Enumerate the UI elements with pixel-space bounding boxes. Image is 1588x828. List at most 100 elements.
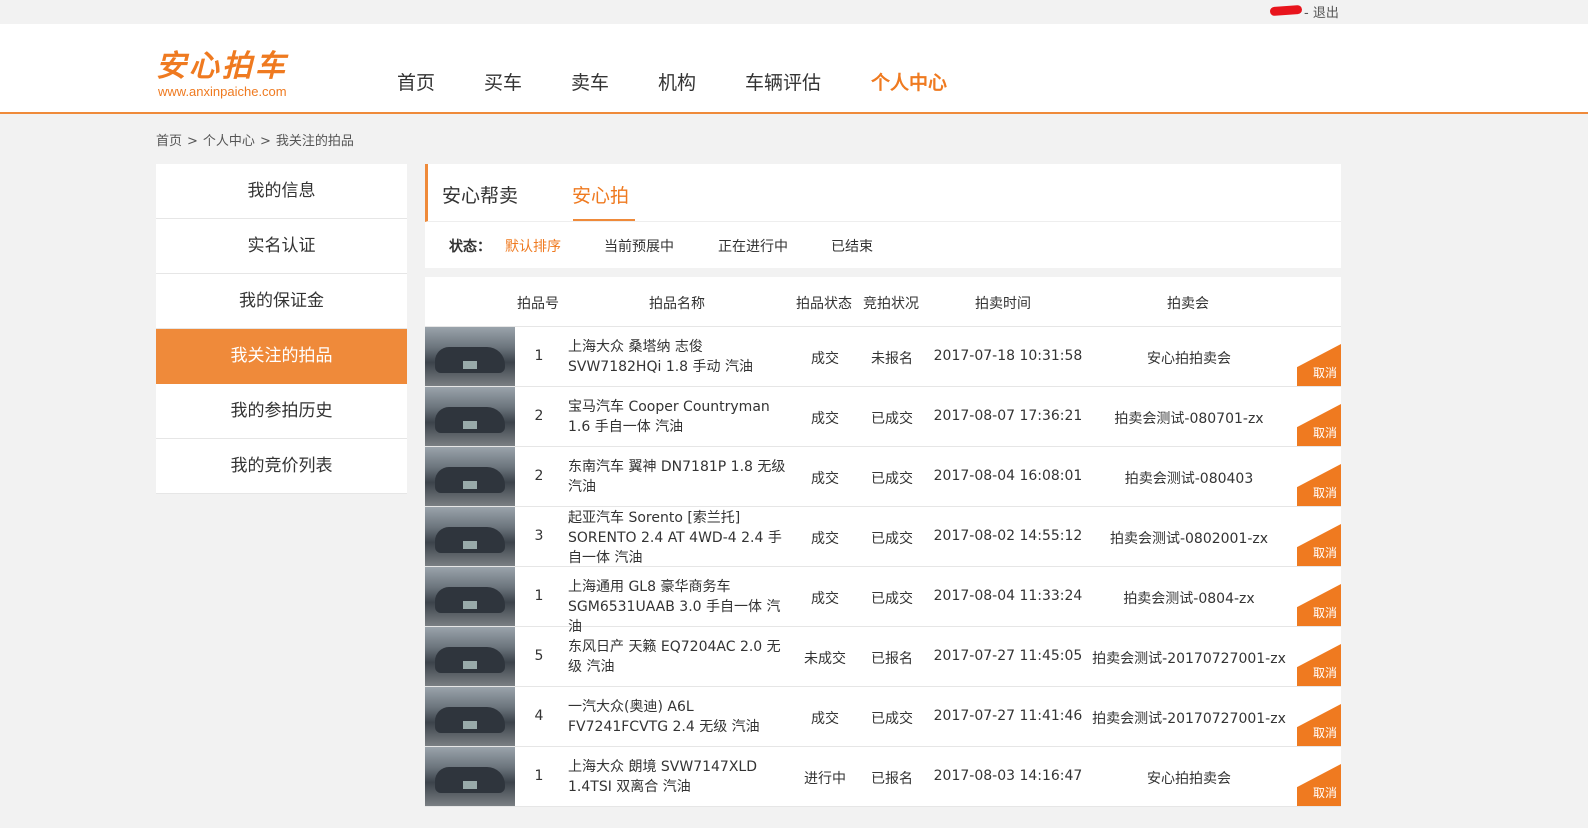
cancel-watch-button[interactable]: 取消: [1297, 764, 1341, 806]
table-row[interactable]: 2 东南汽车 翼神 DN7181P 1.8 无级 汽油 成交 已成交 2017-08-0…: [425, 447, 1341, 507]
auction-time: 2017-07-27 11:45:05: [933, 648, 1083, 664]
nav-institution[interactable]: 机构: [658, 68, 696, 95]
nav-home[interactable]: 首页: [397, 68, 435, 95]
logo[interactable]: 安心拍车: [156, 41, 288, 85]
car-thumbnail[interactable]: [425, 507, 515, 566]
lot-status: 成交: [811, 411, 839, 427]
lot-no: 1: [534, 348, 544, 364]
cancel-label: 取消: [1313, 786, 1338, 800]
bid-status: 已成交: [871, 591, 913, 607]
lot-name[interactable]: 东南汽车 翼神 DN7181P 1.8 无级 汽油: [568, 457, 793, 497]
lot-name[interactable]: 东风日产 天籁 EQ7204AC 2.0 无级 汽油: [568, 637, 793, 677]
table-row[interactable]: 2 宝马汽车 Cooper Countryman 1.6 手自一体 汽油 成交 已成交…: [425, 387, 1341, 447]
lot-status: 成交: [811, 471, 839, 487]
sidebar-item-my-info[interactable]: 我的信息: [156, 164, 407, 219]
car-thumbnail[interactable]: [425, 327, 515, 386]
sidebar-item-bid-list[interactable]: 我的竞价列表: [156, 439, 407, 494]
tab-help-sell[interactable]: 安心帮卖: [442, 181, 518, 208]
lot-name[interactable]: 上海大众 桑塔纳 志俊 SVW7182HQi 1.8 手动 汽油: [568, 337, 793, 377]
car-thumbnail[interactable]: [425, 687, 515, 746]
cancel-label: 取消: [1313, 726, 1338, 740]
nav-sell[interactable]: 卖车: [571, 68, 609, 95]
nav-personal-center[interactable]: 个人中心: [871, 68, 947, 95]
lot-status: 成交: [811, 351, 839, 367]
cancel-watch-button[interactable]: 取消: [1297, 344, 1341, 386]
status-label: 状态：: [449, 239, 491, 255]
lot-no: 1: [534, 768, 544, 784]
nav-buy[interactable]: 买车: [484, 68, 522, 95]
breadcrumb-home[interactable]: 首页: [156, 134, 182, 149]
table-row[interactable]: 1 上海大众 桑塔纳 志俊 SVW7182HQi 1.8 手动 汽油 成交 未报名 20…: [425, 327, 1341, 387]
cancel-label: 取消: [1313, 366, 1338, 380]
cancel-watch-button[interactable]: 取消: [1297, 524, 1341, 566]
lot-name[interactable]: 一汽大众(奥迪) A6L FV7241FCVTG 2.4 无级 汽油: [568, 697, 793, 737]
table-body: 1 上海大众 桑塔纳 志俊 SVW7182HQi 1.8 手动 汽油 成交 未报名 20…: [425, 327, 1341, 807]
table-row[interactable]: 1 上海通用 GL8 豪华商务车 SGM6531UAAB 3.0 手自一体 汽油成…: [425, 567, 1341, 635]
cancel-watch-button[interactable]: 取消: [1297, 584, 1341, 626]
table-row[interactable]: 4 一汽大众(奥迪) A6L FV7241FCVTG 2.4 无级 汽油 成交 已成交…: [425, 687, 1341, 747]
tabs: 安心帮卖 安心拍: [425, 164, 1341, 222]
lot-no: 4: [534, 708, 544, 724]
table-header: 拍品号 拍品名称 拍品状态 竞拍状况 拍卖时间 拍卖会: [425, 277, 1341, 327]
auction-name: 安心拍拍卖会: [1147, 351, 1231, 367]
bid-status: 已成交: [871, 471, 913, 487]
lot-name[interactable]: 上海大众 朗境 SVW7147XLD 1.4TSI 双离合 汽油: [568, 757, 793, 797]
auction-time: 2017-08-04 16:08:01: [933, 468, 1083, 484]
sidebar-item-verification[interactable]: 实名认证: [156, 219, 407, 274]
lot-no: 2: [534, 408, 544, 424]
car-thumbnail[interactable]: [425, 567, 515, 626]
auction-name: 拍卖会测试-0804-zx: [1123, 591, 1255, 607]
bid-status: 未报名: [871, 351, 913, 367]
auction-name: 安心拍拍卖会: [1147, 771, 1231, 787]
watched-lots-table: 拍品号 拍品名称 拍品状态 竞拍状况 拍卖时间 拍卖会 1 上海大众 桑塔纳 志俊…: [425, 277, 1341, 807]
filter-default-sort[interactable]: 默认排序: [505, 236, 561, 256]
cancel-label: 取消: [1313, 666, 1338, 680]
lot-name[interactable]: 宝马汽车 Cooper Countryman 1.6 手自一体 汽油: [568, 397, 793, 437]
username-redacted: [1269, 4, 1303, 17]
nav-valuation[interactable]: 车辆评估: [745, 68, 821, 95]
lot-no: 3: [534, 528, 544, 544]
table-row[interactable]: 5 东风日产 天籁 EQ7204AC 2.0 无级 汽油 未成交 已报名 2017-07…: [425, 627, 1341, 687]
sidebar-item-watched-lots[interactable]: 我关注的拍品: [156, 329, 407, 384]
lot-no: 1: [534, 588, 544, 604]
breadcrumb-personal-center[interactable]: 个人中心: [203, 134, 255, 149]
sidebar-item-bid-history[interactable]: 我的参拍历史: [156, 384, 407, 439]
logout-link[interactable]: - 退出: [1304, 2, 1339, 21]
status-filter: 状态： 默认排序 当前预展中 正在进行中 已结束: [425, 222, 1341, 268]
cancel-watch-button[interactable]: 取消: [1297, 644, 1341, 686]
car-thumbnail[interactable]: [425, 387, 515, 446]
auction-time: 2017-08-03 14:16:47: [933, 768, 1083, 784]
lot-status: 成交: [811, 531, 839, 547]
bid-status: 已成交: [871, 531, 913, 547]
auction-time: 2017-08-04 11:33:24: [933, 588, 1083, 604]
filter-previewing[interactable]: 当前预展中: [604, 236, 674, 256]
car-thumbnail[interactable]: [425, 747, 515, 806]
auction-name: 拍卖会测试-20170727001-zx: [1092, 711, 1286, 727]
auction-time: 2017-07-27 11:41:46: [933, 708, 1083, 724]
car-thumbnail[interactable]: [425, 627, 515, 686]
sidebar-item-deposit[interactable]: 我的保证金: [156, 274, 407, 329]
lot-name[interactable]: 起亚汽车 Sorento [索兰托] SORENTO 2.4 AT 4WD-4 …: [568, 508, 793, 568]
filter-in-progress[interactable]: 正在进行中: [718, 236, 788, 256]
car-thumbnail[interactable]: [425, 447, 515, 506]
main-content: 安心帮卖 安心拍 状态： 默认排序 当前预展中 正在进行中 已结束 拍品号 拍品…: [425, 164, 1341, 807]
tab-anxin-auction[interactable]: 安心拍: [572, 181, 629, 208]
breadcrumb-current: 我关注的拍品: [275, 134, 354, 149]
filter-ended[interactable]: 已结束: [831, 236, 873, 256]
auction-name: 拍卖会测试-080403: [1124, 471, 1254, 487]
auction-name: 拍卖会测试-080701-zx: [1114, 411, 1264, 427]
top-bar: - 退出: [0, 0, 1588, 24]
cancel-watch-button[interactable]: 取消: [1297, 464, 1341, 506]
lot-no: 2: [534, 468, 544, 484]
header-auction-time: 拍卖时间: [975, 296, 1031, 312]
auction-time: 2017-08-07 17:36:21: [933, 408, 1083, 424]
cancel-label: 取消: [1313, 546, 1338, 560]
table-row[interactable]: 3 起亚汽车 Sorento [索兰托] SORENTO 2.4 AT 4WD-4…: [425, 507, 1341, 567]
header-auction: 拍卖会: [1167, 296, 1209, 312]
lot-status: 进行中: [804, 771, 846, 787]
cancel-watch-button[interactable]: 取消: [1297, 404, 1341, 446]
cancel-watch-button[interactable]: 取消: [1297, 704, 1341, 746]
tab-active-indicator: [573, 219, 635, 221]
sidebar-menu: 我的信息 实名认证 我的保证金 我关注的拍品 我的参拍历史 我的竞价列表: [156, 164, 407, 494]
table-row[interactable]: 1 上海大众 朗境 SVW7147XLD 1.4TSI 双离合 汽油 进行中 已报名 2…: [425, 747, 1341, 807]
